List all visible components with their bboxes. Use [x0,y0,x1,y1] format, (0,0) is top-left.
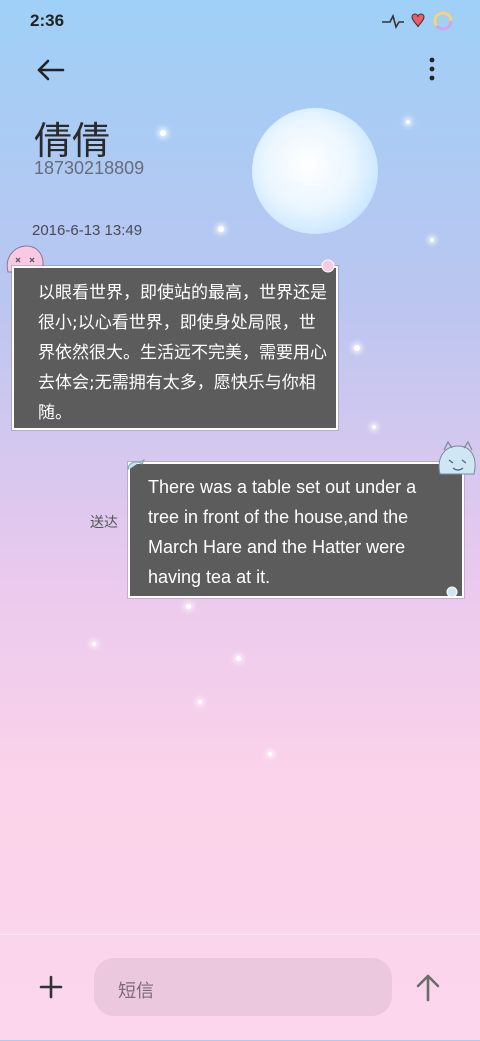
sparkle-decoration [160,130,166,136]
sparkle-decoration [198,700,202,704]
back-button[interactable] [32,52,68,88]
sparkle-decoration [372,425,376,429]
status-icons [382,10,454,32]
send-button[interactable] [410,970,446,1006]
message-timestamp: 2016-6-13 13:49 [32,222,143,239]
contact-phone-number: 18730218809 [34,158,145,178]
sparkle-decoration [92,642,96,646]
more-options-button[interactable] [422,56,442,84]
sparkle-decoration [236,656,241,661]
sparkle-decoration [218,226,224,232]
arrow-up-icon [416,974,440,1002]
plus-icon [39,975,63,999]
incoming-message-bubble[interactable]: 以眼看世界，即使站的最高，世界还是很小;以心看世界，即使身处局限，世界依然很大。… [12,266,338,430]
moon-decoration [252,108,378,234]
bubble-corner-dot-icon [446,586,458,598]
more-vertical-icon [429,57,435,81]
arrow-left-icon [37,59,65,81]
status-time: 2:36 [30,11,65,30]
delivery-status: 送达 [90,515,118,531]
outgoing-message-text: There was a table set out under a tree i… [148,477,417,587]
incoming-message-text: 以眼看世界，即使站的最高，世界还是很小;以心看世界，即使身处局限，世界依然很大。… [38,283,327,423]
bubble-corner-dot-icon [321,259,335,273]
sparkle-decoration [268,752,272,756]
sparkle-decoration [354,345,360,351]
heartbeat-icon [382,13,425,30]
sparkle-decoration [406,120,410,124]
sparkle-decoration [430,238,434,242]
add-attachment-button[interactable] [34,970,68,1004]
sms-input-placeholder: 短信 [118,981,154,1002]
status-bar: 2:36 [0,0,480,40]
sparkle-decoration [186,604,191,609]
contact-name: 倩倩 [34,119,111,163]
ghost-sticker-icon [438,440,476,475]
whale-sticker-icon [127,458,146,471]
battery-ring-icon [433,11,453,31]
outgoing-message-bubble[interactable]: There was a table set out under a tree i… [128,462,464,598]
